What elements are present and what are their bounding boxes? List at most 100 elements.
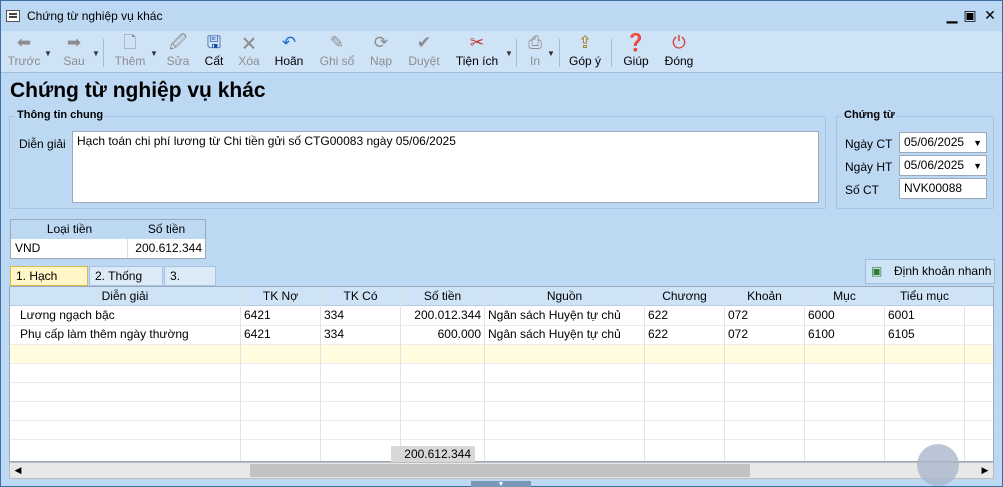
delete-button[interactable]: 🗙 Xóa [234,33,264,73]
tab-statistics[interactable]: 2. Thống kê [89,266,163,301]
col-divider [240,287,241,461]
col-description[interactable]: Diễn giải [10,287,240,306]
post-button[interactable]: ✎ Ghi sổ [316,33,358,73]
currency-type[interactable]: VND [11,239,128,258]
new-row[interactable] [10,344,993,363]
reload-button[interactable]: ⟳ Nạp [365,33,397,73]
next-button[interactable]: ➡ Sau [57,33,91,73]
tab-tax[interactable]: 3. Thuế [164,266,216,301]
minimize-icon[interactable]: ▁ [943,6,961,24]
collapse-handle-icon[interactable]: ▼ [471,481,531,487]
divider [611,39,612,67]
row2-debit[interactable]: 6421 [244,325,318,344]
col-subsection[interactable]: Tiểu mục [885,287,964,306]
col-debit[interactable]: TK Nợ [241,287,320,306]
col-source[interactable]: Nguồn [485,287,644,306]
row-divider [10,439,993,440]
scroll-left-icon[interactable]: ◀ [10,463,26,478]
currency-header: Loại tiền Số tiền [11,220,205,239]
col-section[interactable]: Mục [805,287,884,306]
close-button[interactable]: ⏻ Đóng [661,33,697,73]
general-info-legend: Thông tin chung [15,109,106,121]
feedback-button[interactable]: ⇪ Góp ý [567,33,603,73]
edit-document-icon: 🖉 [168,33,188,52]
row2-credit[interactable]: 334 [324,325,398,344]
chevron-down-icon[interactable]: ▼ [150,49,158,58]
scroll-right-icon[interactable]: ▶ [977,463,993,478]
divider [103,39,104,67]
col-divider [724,287,725,461]
row-divider [10,344,993,345]
row1-item[interactable]: 072 [728,306,802,325]
col-credit[interactable]: TK Có [321,287,400,306]
col-divider [964,287,965,461]
quick-entry-button[interactable]: ▣ Định khoản nhanh [865,259,995,284]
back-button[interactable]: ⬅ Trước [5,33,43,73]
save-button[interactable]: 🖫 Cất [199,33,229,73]
date-ht-label: Ngày HT [845,160,893,174]
currency-row[interactable]: VND 200.612.344 [11,239,205,258]
undo-button[interactable]: ↶ Hoãn [271,33,307,73]
col-chapter[interactable]: Chương [645,287,724,306]
date-ct-picker[interactable]: 05/06/2025 ▼ [899,132,987,153]
date-ht-picker[interactable]: 05/06/2025 ▼ [899,155,987,176]
col-item[interactable]: Khoản [725,287,804,306]
col-amount[interactable]: Số tiền [401,287,484,306]
approve-button[interactable]: ✔ Duyệt [404,33,444,73]
currency-amount-header: Số tiền [147,222,186,236]
row2-source[interactable]: Ngân sách Huyện tự chủ [488,325,642,344]
maximize-icon[interactable]: ▣ [961,6,979,24]
divider [516,39,517,67]
arrow-right-icon: ➡ [66,33,82,52]
voucher-legend: Chứng từ [842,109,897,121]
row1-description[interactable]: Lương ngạch bậc [20,306,238,325]
row1-amount[interactable]: 200.012.344 [401,306,481,325]
horizontal-scrollbar[interactable]: ◀ ▶ [9,462,994,479]
description-label: Diễn giải [19,137,66,151]
row2-description[interactable]: Phụ cấp làm thêm ngày thường [20,325,238,344]
row1-debit[interactable]: 6421 [244,306,318,325]
row1-credit[interactable]: 334 [324,306,398,325]
pencil-icon: ✎ [329,33,345,52]
chevron-down-icon[interactable]: ▼ [505,49,513,58]
add-button[interactable]: 🗋 Thêm [111,33,149,73]
row1-source[interactable]: Ngân sách Huyện tự chủ [488,306,642,325]
close-window-icon[interactable]: ✕ [981,6,999,24]
window: Chứng từ nghiệp vụ khác ▁ ▣ ✕ ⬅ Trước ▼ … [0,0,1003,487]
col-divider [484,287,485,461]
edit-button[interactable]: 🖉 Sửa [163,33,193,73]
tools-icon: ✂ [469,33,485,52]
voucher-no-field[interactable]: NVK00088 [899,178,987,199]
chevron-down-icon[interactable]: ▼ [44,49,52,58]
row2-subsection[interactable]: 6105 [888,325,962,344]
title-bar: Chứng từ nghiệp vụ khác ▁ ▣ ✕ [1,1,1002,31]
utilities-button[interactable]: ✂ Tiện ích [453,33,501,73]
amount-total: 200.612.344 [391,446,475,462]
chevron-down-icon[interactable]: ▼ [973,159,982,174]
quick-entry-icon: ▣ [871,264,883,278]
chevron-down-icon[interactable]: ▼ [973,136,982,151]
row-divider [10,420,993,421]
chevron-down-icon[interactable]: ▼ [547,49,555,58]
row-divider [10,401,993,402]
row1-chapter[interactable]: 622 [648,306,722,325]
row1-section[interactable]: 6000 [808,306,882,325]
row2-amount[interactable]: 600.000 [401,325,481,344]
voucher-no-label: Số CT [845,183,880,197]
page-title: Chứng từ nghiệp vụ khác [10,79,266,102]
scrollbar-thumb[interactable] [250,464,750,477]
print-button[interactable]: ⎙ In [523,33,547,73]
check-icon: ✔ [416,33,432,52]
row2-chapter[interactable]: 622 [648,325,722,344]
description-field[interactable]: Hạch toán chi phí lương từ Chi tiền gửi … [72,131,819,203]
tab-accounting[interactable]: 1. Hạch toán [10,266,88,301]
currency-amount[interactable]: 200.612.344 [128,239,205,258]
row1-subsection[interactable]: 6001 [888,306,962,325]
col-divider [884,287,885,461]
refresh-icon: ⟳ [373,33,389,52]
chevron-down-icon[interactable]: ▼ [92,49,100,58]
undo-icon: ↶ [281,33,297,52]
help-button[interactable]: ❓ Giúp [620,33,652,73]
row2-section[interactable]: 6100 [808,325,882,344]
row2-item[interactable]: 072 [728,325,802,344]
